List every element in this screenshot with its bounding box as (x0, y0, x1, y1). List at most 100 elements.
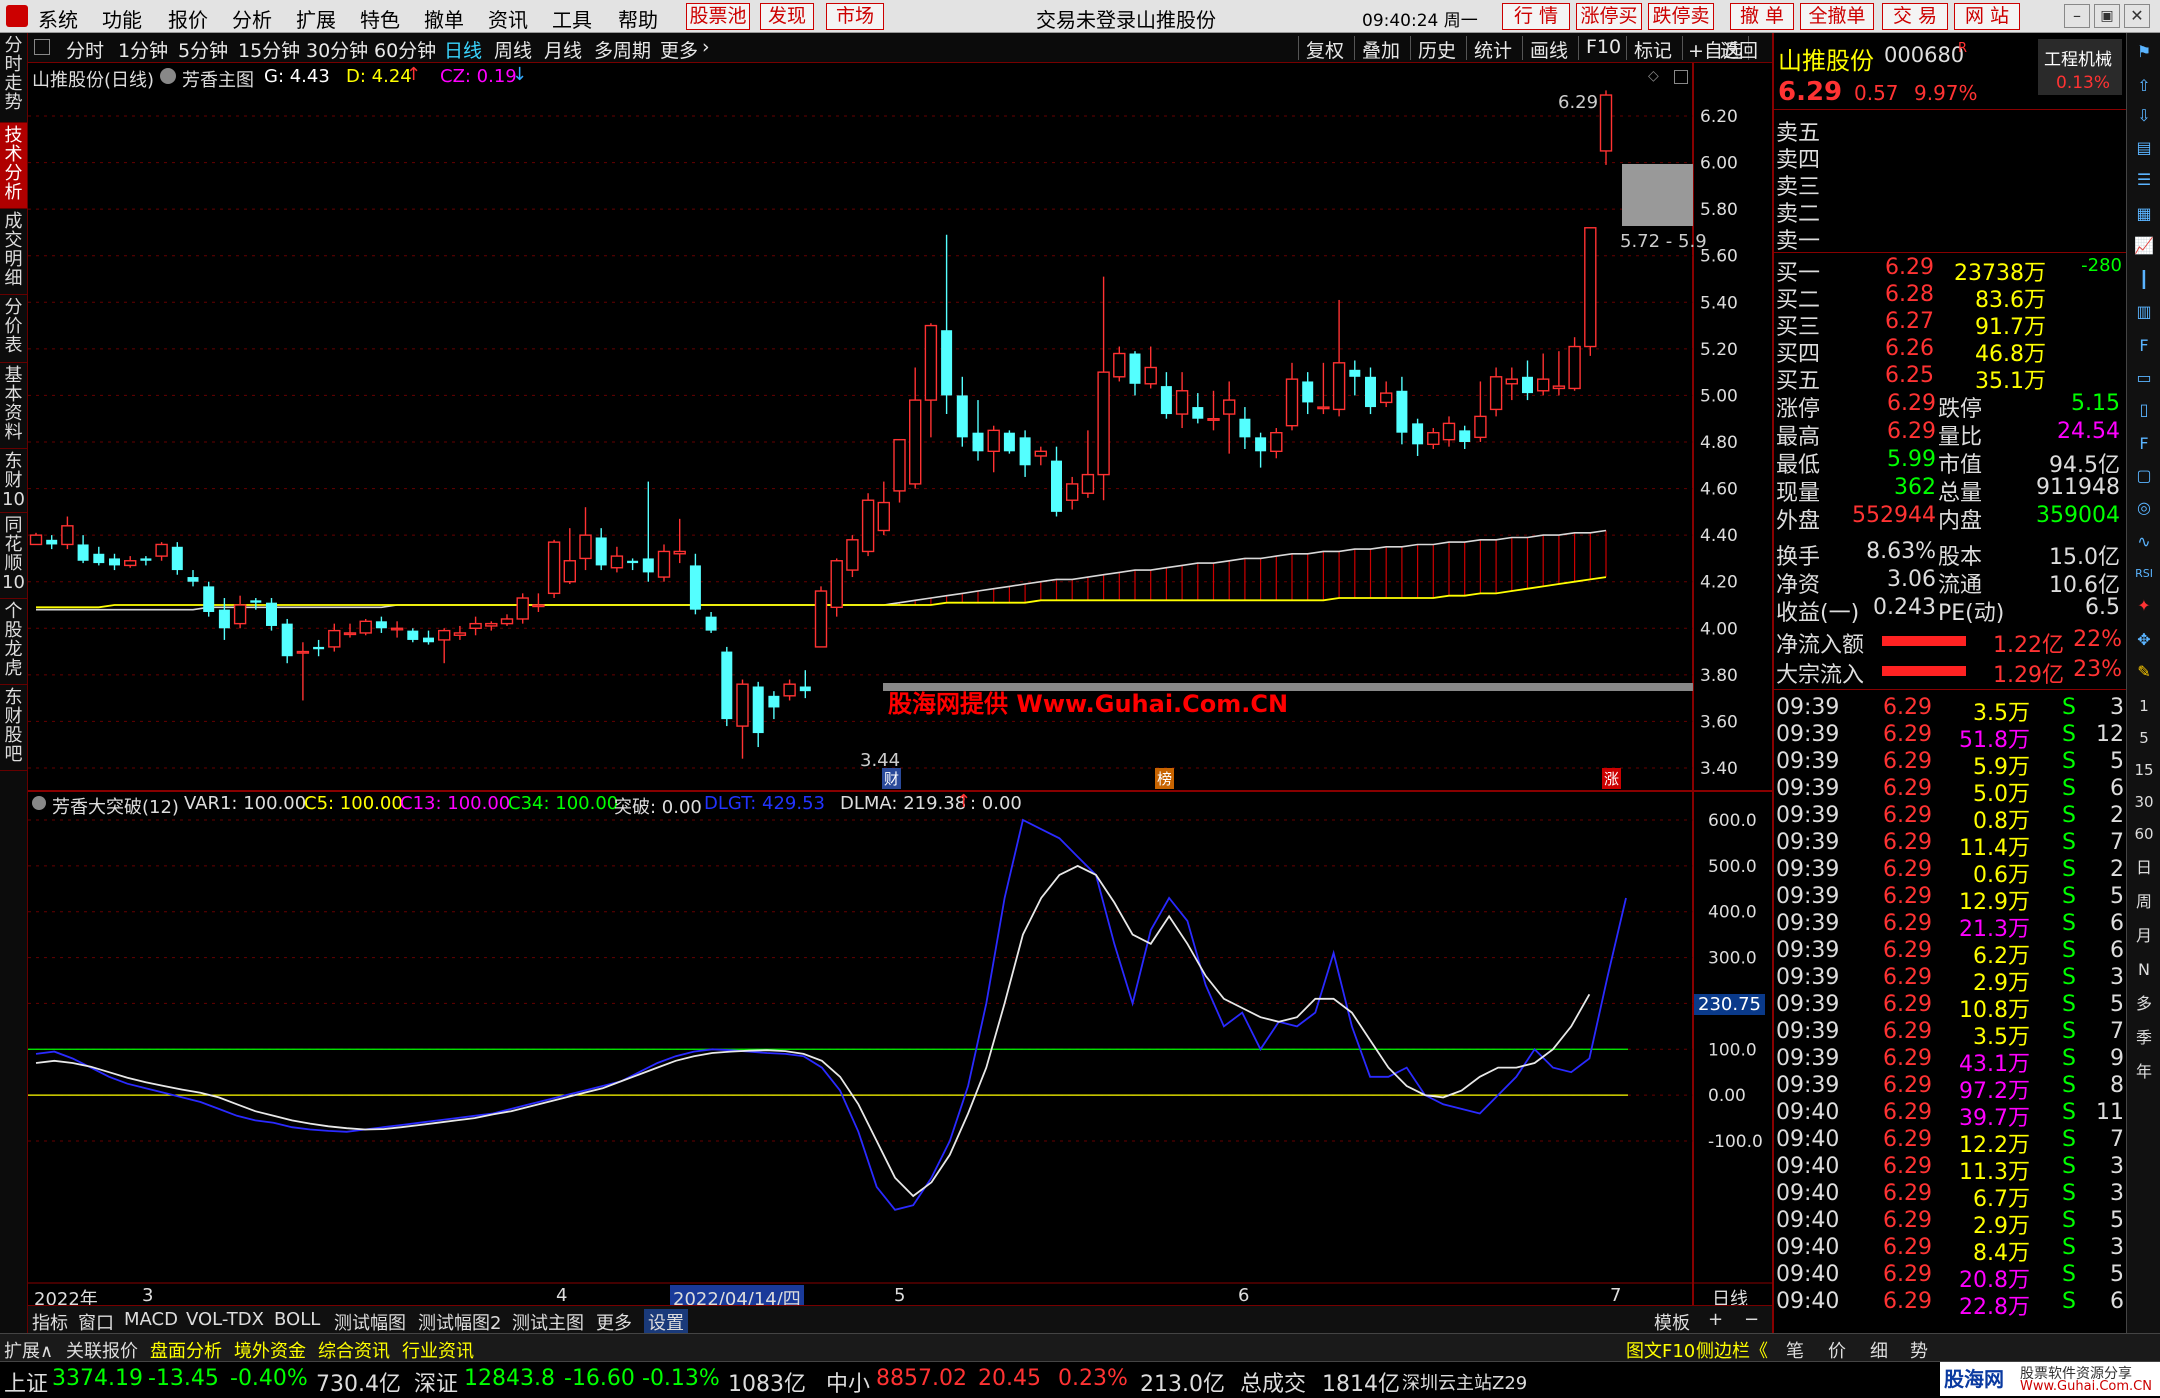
sidebar-tab-eastmoney10[interactable]: 东财10 (0, 449, 27, 513)
tab-indicator[interactable]: 指标 (32, 1309, 68, 1335)
cancel-all-button[interactable]: 全撤单 (1800, 3, 1874, 30)
zx-label[interactable]: 中小 (826, 1366, 870, 1398)
menu-analysis[interactable]: 分析 (232, 4, 272, 33)
quote-button[interactable]: 行 情 (1502, 3, 1570, 30)
sidebar-tab-technical[interactable]: 技术分析 (0, 123, 27, 209)
menu-system[interactable]: 系统 (38, 4, 78, 33)
tab-vol-tdx[interactable]: VOL-TDX (186, 1309, 264, 1330)
tab-more[interactable]: 更多 (596, 1309, 632, 1335)
circle-icon[interactable]: ◎ (2131, 495, 2157, 521)
f10-icon[interactable]: F (2131, 333, 2157, 359)
rsi-icon[interactable]: RSI (2131, 561, 2157, 587)
toolbar-adjust[interactable]: 复权 (1306, 36, 1344, 63)
period-1min[interactable]: 1分钟 (118, 36, 168, 63)
tab-test-sub[interactable]: 测试幅图 (334, 1309, 406, 1335)
related-quotes-tab[interactable]: 关联报价 (66, 1337, 138, 1363)
tab-detail[interactable]: 细 (1870, 1337, 1888, 1363)
period-30min[interactable]: 30分钟 (306, 36, 368, 63)
tab-add[interactable]: + (1708, 1309, 1723, 1330)
marker-limit[interactable]: 涨 (1602, 768, 1622, 789)
market-button[interactable]: 市场 (826, 3, 884, 30)
tab-boll[interactable]: BOLL (274, 1309, 320, 1330)
sector-name[interactable]: 工程机械 (2044, 45, 2112, 70)
sidebar-tab-price-table[interactable]: 分价表 (0, 295, 27, 363)
sub-settings-icon[interactable] (32, 796, 46, 810)
foreign-capital-tab[interactable]: 境外资金 (234, 1337, 306, 1363)
maximize-chart-icon[interactable] (1674, 70, 1688, 84)
sidebar-tab-forum[interactable]: 东财股吧 (0, 685, 27, 771)
menu-special[interactable]: 特色 (360, 4, 400, 33)
settings-icon[interactable] (160, 68, 176, 84)
page-icon[interactable]: ▭ (2131, 365, 2157, 391)
trade-button[interactable]: 交 易 (1882, 3, 1948, 30)
tool-day[interactable]: 日 (2131, 855, 2157, 881)
period-15min[interactable]: 15分钟 (238, 36, 300, 63)
screen-icon[interactable]: ▢ (2131, 463, 2157, 489)
flag-icon[interactable]: ⚑ (2131, 39, 2157, 65)
toolbar-stats[interactable]: 统计 (1474, 36, 1512, 63)
sidebar-tab-ths10[interactable]: 同花顺10 (0, 513, 27, 599)
doc-icon[interactable]: ▯ (2131, 397, 2157, 423)
tool-quarter[interactable]: 季 (2131, 1025, 2157, 1051)
move-icon[interactable]: ✥ (2131, 627, 2157, 653)
grid-icon[interactable]: ▥ (2131, 299, 2157, 325)
tool-week[interactable]: 周 (2131, 889, 2157, 915)
table-icon[interactable]: ▦ (2131, 201, 2157, 227)
toolbar-draw[interactable]: 画线 (1530, 36, 1568, 63)
tool-num-15[interactable]: 15 (2131, 757, 2157, 783)
menu-extend[interactable]: 扩展 (296, 4, 336, 33)
period-monthly[interactable]: 月线 (544, 36, 582, 63)
panel-toggle-icon[interactable] (34, 39, 50, 55)
sidebar-toggle-button[interactable]: 侧边栏《 (1696, 1337, 1768, 1363)
tab-template[interactable]: 模板 (1654, 1309, 1690, 1335)
candle-icon[interactable]: ┃ (2131, 267, 2157, 293)
tool-num-30[interactable]: 30 (2131, 789, 2157, 815)
menu-quotes[interactable]: 报价 (168, 4, 208, 33)
tab-trend[interactable]: 势 (1910, 1337, 1928, 1363)
market-analysis-tab[interactable]: 盘面分析 (150, 1337, 222, 1363)
period-more[interactable]: 更多 (660, 36, 698, 63)
tool-month[interactable]: 月 (2131, 923, 2157, 949)
tool-year[interactable]: 年 (2131, 1059, 2157, 1085)
restore-icon[interactable]: ▣ (2094, 4, 2120, 28)
toolbar-mark[interactable]: 标记 (1634, 36, 1672, 63)
tool-num-5[interactable]: 5 (2131, 725, 2157, 751)
website-button[interactable]: 网 站 (1954, 3, 2020, 30)
period-60min[interactable]: 60分钟 (374, 36, 436, 63)
tab-macd[interactable]: MACD (124, 1309, 178, 1330)
sidebar-tab-basics[interactable]: 基本资料 (0, 363, 27, 449)
main-indicator-name[interactable]: 芳香主图 (182, 66, 254, 92)
arrow-down-tool-icon[interactable]: ⇩ (2131, 103, 2157, 129)
period-intraday[interactable]: 分时 (66, 36, 104, 63)
sidebar-tab-dragon-tiger[interactable]: 个股龙虎 (0, 599, 27, 685)
alert-icon[interactable]: ✦ (2131, 593, 2157, 619)
minimize-icon[interactable]: – (2064, 4, 2090, 28)
chart-line-icon[interactable]: 📈 (2131, 233, 2157, 259)
sidebar-tab-trades[interactable]: 成交明细 (0, 209, 27, 295)
pen-icon[interactable]: ✎ (2131, 659, 2157, 685)
sidebar-tab-intraday[interactable]: 分时走势 (0, 33, 27, 123)
tool-num-1[interactable]: 1 (2131, 693, 2157, 719)
sub-indicator-name[interactable]: 芳香大突破(12) (52, 793, 179, 819)
limit-down-sell-button[interactable]: 跌停卖 (1648, 3, 1714, 30)
menu-news[interactable]: 资讯 (488, 4, 528, 33)
menu-tools[interactable]: 工具 (552, 4, 592, 33)
toolbar-overlay[interactable]: 叠加 (1362, 36, 1400, 63)
tab-test-main[interactable]: 测试主图 (512, 1309, 584, 1335)
diamond-icon[interactable]: ◇ (1648, 68, 1659, 84)
notes-icon[interactable]: ▤ (2131, 135, 2157, 161)
industry-news-tab[interactable]: 行业资讯 (402, 1337, 474, 1363)
arrow-up-tool-icon[interactable]: ⇧ (2131, 73, 2157, 99)
period-5min[interactable]: 5分钟 (178, 36, 228, 63)
f10-graphic-button[interactable]: 图文F10 (1626, 1337, 1695, 1363)
period-multi[interactable]: 多周期 (594, 36, 651, 63)
period-weekly[interactable]: 周线 (494, 36, 532, 63)
menu-function[interactable]: 功能 (102, 4, 142, 33)
tool-num-60[interactable]: 60 (2131, 821, 2157, 847)
tab-remove[interactable]: − (1744, 1309, 1759, 1330)
tab-window[interactable]: 窗口 (78, 1309, 114, 1335)
list-icon[interactable]: ☰ (2131, 167, 2157, 193)
toolbar-back[interactable]: 返回 (1720, 36, 1758, 63)
cancel-order-button[interactable]: 撤 单 (1730, 3, 1794, 30)
tab-settings[interactable]: 设置 (644, 1309, 688, 1335)
